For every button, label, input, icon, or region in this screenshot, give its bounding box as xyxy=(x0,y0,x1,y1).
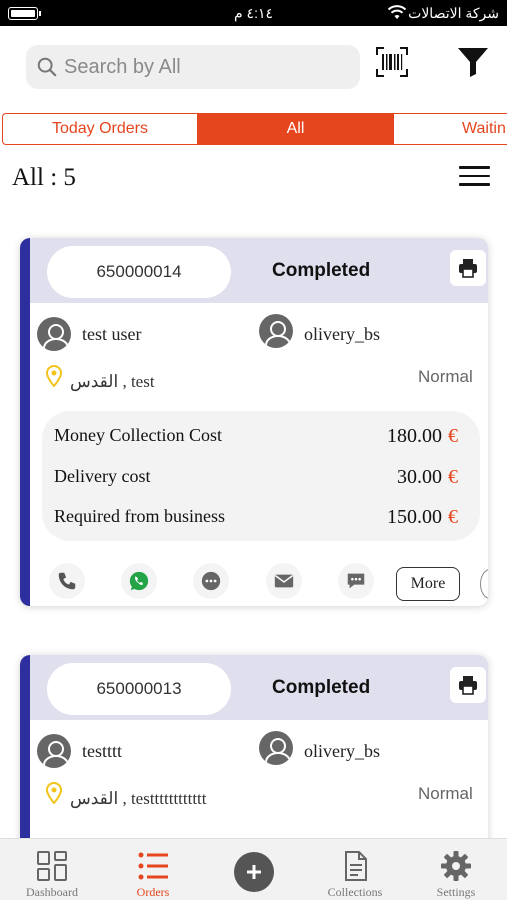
cost-label: Required from business xyxy=(54,506,225,526)
order-status: Completed xyxy=(272,260,371,281)
business-avatar xyxy=(259,314,293,348)
chat-bubble-icon xyxy=(201,571,221,591)
envelope-icon xyxy=(274,574,294,588)
customer-name: testttt xyxy=(82,741,122,761)
location-pin-icon xyxy=(45,365,63,387)
priority-label: Normal xyxy=(418,784,473,803)
order-status: Completed xyxy=(272,677,371,698)
print-button[interactable] xyxy=(450,250,486,286)
order-id[interactable]: 650000014 xyxy=(47,246,231,298)
print-button[interactable] xyxy=(450,667,486,703)
card-header: 650000014 Completed xyxy=(30,238,488,303)
cost-value: 180.00 € xyxy=(387,425,458,447)
nav-label: Settings xyxy=(436,885,476,899)
status-bar: ٤:١٤ م شركة الاتصالات xyxy=(0,0,507,26)
whatsapp-icon xyxy=(129,571,149,591)
grid-icon xyxy=(37,851,67,881)
location-pin-icon xyxy=(45,782,63,804)
delivery-address: القدس , testttttttttttt xyxy=(70,789,207,808)
nav-label: Dashboard xyxy=(26,885,78,899)
add-order-button[interactable] xyxy=(234,852,274,892)
wifi-icon xyxy=(387,5,407,19)
message-icon xyxy=(347,573,365,589)
plus-icon xyxy=(247,865,261,879)
delivery-address: القدس , test xyxy=(70,372,155,391)
list-icon xyxy=(138,852,168,880)
search-icon xyxy=(37,57,57,77)
order-tabs: Today Orders All Waitin xyxy=(0,113,507,145)
call-button[interactable] xyxy=(49,563,85,599)
business-name: olivery_bs xyxy=(304,741,380,761)
order-card[interactable]: 650000014 Completed test user olivery_bs… xyxy=(20,238,488,606)
card-stripe xyxy=(20,238,30,606)
card-actions: More xyxy=(20,563,488,603)
filter-icon[interactable] xyxy=(456,46,490,78)
menu-icon[interactable] xyxy=(459,166,490,190)
carrier-name: شركة الاتصالات xyxy=(408,5,499,21)
cost-label: Delivery cost xyxy=(54,466,151,486)
order-id[interactable]: 650000013 xyxy=(47,663,231,715)
customer-avatar xyxy=(37,317,71,351)
cost-summary: Money Collection Cost 180.00 € Delivery c… xyxy=(42,411,480,541)
barcode-scan-icon[interactable] xyxy=(376,47,408,77)
nav-dashboard[interactable]: Dashboard xyxy=(2,839,102,900)
document-icon xyxy=(345,851,367,881)
cost-label: Money Collection Cost xyxy=(54,425,222,445)
email-button[interactable] xyxy=(266,563,302,599)
business-avatar xyxy=(259,731,293,765)
printer-icon xyxy=(459,259,477,278)
nav-label: Collections xyxy=(327,885,383,899)
order-card[interactable]: 650000013 Completed testttt olivery_bs ا… xyxy=(20,655,488,855)
whatsapp-button[interactable] xyxy=(121,563,157,599)
orders-count: All : 5 xyxy=(12,164,76,191)
cost-row-required-from-business: Required from business 150.00 € xyxy=(54,506,458,532)
customer-avatar xyxy=(37,734,71,768)
tab-today-orders[interactable]: Today Orders xyxy=(2,113,198,145)
priority-label: Normal xyxy=(418,367,473,386)
more-button[interactable]: More xyxy=(396,567,460,601)
nav-label: Orders xyxy=(136,885,170,899)
tab-waiting[interactable]: Waitin xyxy=(394,113,507,145)
cost-row-delivery: Delivery cost 30.00 € xyxy=(54,466,458,492)
phone-icon xyxy=(58,572,76,590)
overflow-action-icon[interactable] xyxy=(480,569,488,599)
nav-settings[interactable]: Settings xyxy=(406,839,506,900)
nav-orders[interactable]: Orders xyxy=(103,839,203,900)
business-name: olivery_bs xyxy=(304,324,380,344)
gear-icon xyxy=(441,851,471,881)
tab-all[interactable]: All xyxy=(198,113,394,145)
cost-value: 150.00 € xyxy=(387,506,458,528)
sms-button[interactable] xyxy=(338,563,374,599)
search-bar[interactable] xyxy=(26,45,360,89)
search-input[interactable] xyxy=(64,55,344,79)
card-header: 650000013 Completed xyxy=(30,655,488,720)
printer-icon xyxy=(459,676,477,695)
cost-value: 30.00 € xyxy=(397,466,458,488)
chat-button[interactable] xyxy=(193,563,229,599)
nav-collections[interactable]: Collections xyxy=(305,839,405,900)
customer-name: test user xyxy=(82,324,142,344)
cost-row-money-collection: Money Collection Cost 180.00 € xyxy=(54,425,458,451)
card-stripe xyxy=(20,655,30,855)
